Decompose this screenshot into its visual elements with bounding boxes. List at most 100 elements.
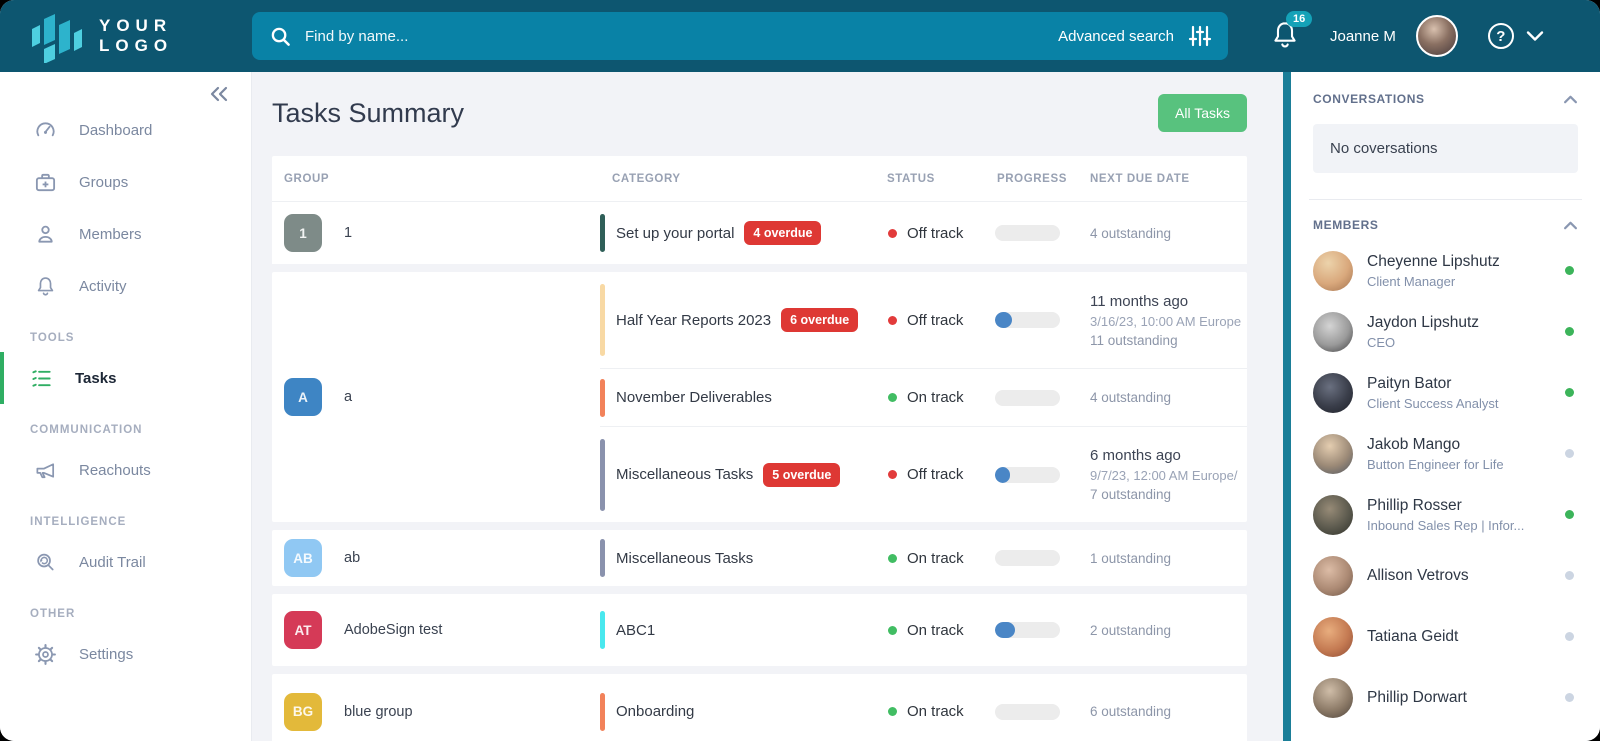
sidebar-item-members[interactable]: Members xyxy=(0,208,251,260)
status-cell: On track xyxy=(875,389,985,406)
member-avatar xyxy=(1313,495,1353,535)
due-relative: 6 months ago xyxy=(1090,445,1247,466)
status-cell: On track xyxy=(875,703,985,720)
status-dot xyxy=(888,707,897,716)
advanced-search-button[interactable]: Advanced search xyxy=(1058,24,1212,48)
due-relative: 11 months ago xyxy=(1090,291,1247,312)
topbar-actions: 16 Joanne M ? xyxy=(1270,15,1544,57)
progress-bar xyxy=(995,390,1060,406)
member-role: Client Success Analyst xyxy=(1367,396,1551,411)
progress-cell xyxy=(985,390,1075,406)
sidebar-item-activity[interactable]: Activity xyxy=(0,260,251,312)
member-row[interactable]: Paityn BatorClient Success Analyst xyxy=(1313,362,1578,423)
due-cell: 11 months ago 3/16/23, 10:00 AM Europe 1… xyxy=(1075,291,1247,350)
member-name: Allison Vetrovs xyxy=(1367,567,1551,585)
table-row[interactable]: BG blue group Onboarding On track xyxy=(272,674,1247,741)
column-header-group: GROUP xyxy=(272,173,600,185)
app-window: YOUR LOGO Advanced search xyxy=(0,0,1600,741)
column-header-status: STATUS xyxy=(875,173,985,185)
logo-text: YOUR LOGO xyxy=(99,16,173,56)
chevron-up-icon xyxy=(1563,221,1578,230)
member-name: Tatiana Geidt xyxy=(1367,628,1551,646)
table-row[interactable]: AB ab Miscellaneous Tasks On track xyxy=(272,530,1247,586)
status-dot xyxy=(888,316,897,325)
chevron-down-icon[interactable] xyxy=(1526,30,1544,42)
category-cell: Onboarding xyxy=(600,693,875,731)
collapse-sidebar-icon[interactable] xyxy=(209,86,229,102)
member-row[interactable]: Phillip RosserInbound Sales Rep | Infor.… xyxy=(1313,484,1578,545)
category-label: Set up your portal xyxy=(616,225,734,242)
status-cell: Off track xyxy=(875,312,985,329)
group-name: 1 xyxy=(344,225,352,241)
column-header-category: CATEGORY xyxy=(600,173,875,185)
due-datetime: 3/16/23, 10:00 AM Europe xyxy=(1090,312,1247,331)
member-row[interactable]: Allison Vetrovs xyxy=(1313,545,1578,606)
sidebar-section-tools: TOOLS xyxy=(0,312,251,352)
outstanding-count: 7 outstanding xyxy=(1090,485,1247,504)
sidebar-item-audit-trail[interactable]: Audit Trail xyxy=(0,536,251,588)
presence-dot xyxy=(1565,632,1574,641)
status-label: Off track xyxy=(907,225,963,242)
table-row[interactable]: AT AdobeSign test ABC1 On track xyxy=(272,594,1247,666)
progress-cell xyxy=(985,550,1075,566)
column-header-due: NEXT DUE DATE xyxy=(1075,173,1247,185)
search-bar[interactable]: Advanced search xyxy=(252,12,1228,60)
logo-icon xyxy=(30,9,86,63)
status-label: Off track xyxy=(907,466,963,483)
member-row[interactable]: Cheyenne LipshutzClient Manager xyxy=(1313,240,1578,301)
top-bar: YOUR LOGO Advanced search xyxy=(0,0,1600,72)
left-sidebar: Dashboard Groups Members xyxy=(0,72,252,741)
advanced-search-label: Advanced search xyxy=(1058,28,1174,45)
search-input[interactable] xyxy=(305,28,1058,45)
members-section-header[interactable]: MEMBERS xyxy=(1313,218,1578,232)
category-label: Onboarding xyxy=(616,703,694,720)
sidebar-item-label: Reachouts xyxy=(79,462,151,479)
member-row[interactable]: Jaydon LipshutzCEO xyxy=(1313,301,1578,362)
member-name: Phillip Dorwart xyxy=(1367,689,1551,707)
member-row[interactable]: Phillip Dorwart xyxy=(1313,667,1578,728)
sidebar-section-other: OTHER xyxy=(0,588,251,628)
sidebar-item-groups[interactable]: Groups xyxy=(0,156,251,208)
member-row[interactable]: Tatiana Geidt xyxy=(1313,606,1578,667)
logo[interactable]: YOUR LOGO xyxy=(0,9,252,63)
sidebar-item-dashboard[interactable]: Dashboard xyxy=(0,104,251,156)
member-avatar xyxy=(1313,678,1353,718)
status-dot xyxy=(888,393,897,402)
notifications-button[interactable]: 16 xyxy=(1270,19,1304,53)
due-datetime: 9/7/23, 12:00 AM Europe/ xyxy=(1090,466,1247,485)
conversations-section-header[interactable]: CONVERSATIONS xyxy=(1313,92,1578,106)
category-label: Half Year Reports 2023 xyxy=(616,312,771,329)
progress-cell xyxy=(985,312,1075,328)
status-label: On track xyxy=(907,550,964,567)
sidebar-item-tasks[interactable]: Tasks xyxy=(0,352,251,404)
member-name: Cheyenne Lipshutz xyxy=(1367,253,1551,271)
sidebar-item-label: Activity xyxy=(79,278,127,295)
group-avatar: A xyxy=(284,378,322,416)
user-avatar[interactable] xyxy=(1416,15,1458,57)
category-color-bar xyxy=(600,611,605,649)
progress-bar xyxy=(995,467,1060,483)
sidebar-item-label: Audit Trail xyxy=(79,554,146,571)
progress-cell xyxy=(985,225,1075,241)
progress-bar xyxy=(995,550,1060,566)
progress-bar xyxy=(995,622,1060,638)
due-cell: 6 outstanding xyxy=(1075,702,1247,721)
sidebar-item-settings[interactable]: Settings xyxy=(0,628,251,680)
group-name: blue group xyxy=(344,704,413,720)
category-cell: Miscellaneous Tasks 5 overdue xyxy=(600,439,875,511)
progress-cell xyxy=(985,467,1075,483)
help-icon[interactable]: ? xyxy=(1488,23,1514,49)
table-row[interactable]: 1 1 Set up your portal 4 overdue Off tra… xyxy=(272,202,1247,264)
all-tasks-button[interactable]: All Tasks xyxy=(1158,94,1247,132)
member-row[interactable]: Jakob MangoButton Engineer for Life xyxy=(1313,423,1578,484)
tasks-checklist-icon xyxy=(30,367,53,390)
category-cell: Miscellaneous Tasks xyxy=(600,539,875,577)
page-title: Tasks Summary xyxy=(272,98,464,129)
outstanding-count: 11 outstanding xyxy=(1090,331,1247,350)
category-color-bar xyxy=(600,379,605,417)
gear-icon xyxy=(34,643,57,666)
sidebar-item-reachouts[interactable]: Reachouts xyxy=(0,444,251,496)
category-color-bar xyxy=(600,214,605,252)
table-row[interactable]: A a Half Year Reports 2023 6 overdue Off… xyxy=(272,272,1247,522)
sidebar-item-label: Settings xyxy=(79,646,133,663)
